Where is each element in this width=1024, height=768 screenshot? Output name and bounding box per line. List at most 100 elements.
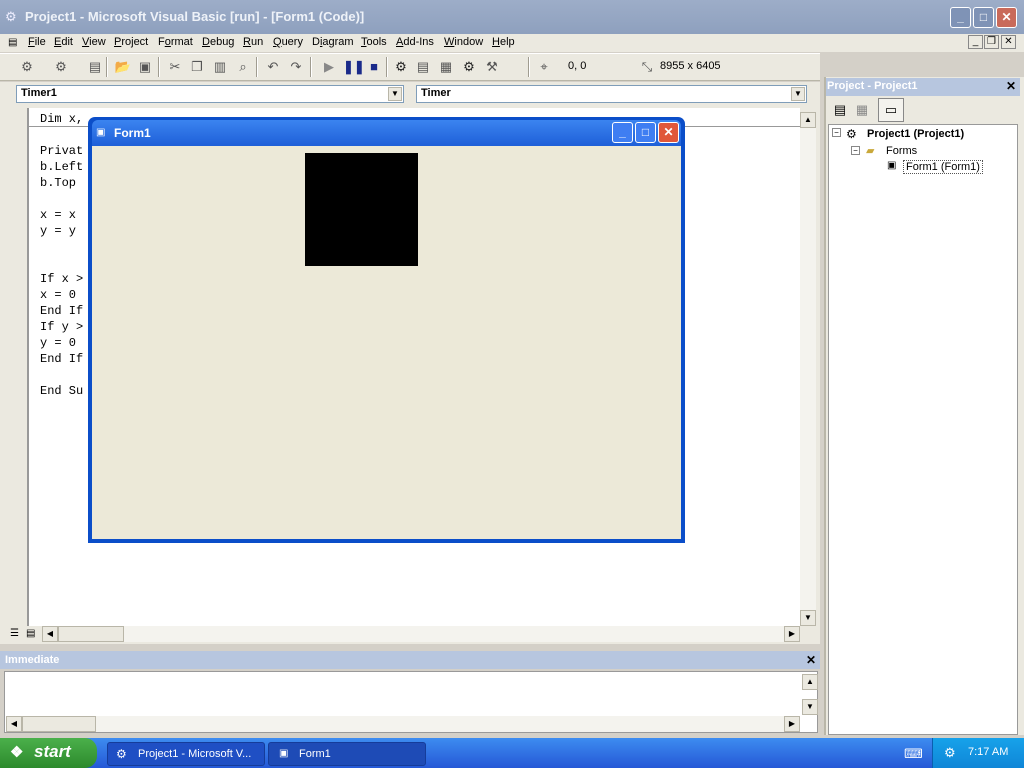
project-explorer-icon[interactable]: ⚙ [392,58,410,76]
menu-item[interactable]: Run [243,36,263,48]
toolbar-separator [256,57,258,77]
mdi-minimize-button[interactable]: _ [968,35,983,49]
object-browser-icon[interactable]: ⚙ [460,58,478,76]
form-layout-icon[interactable]: ▦ [437,58,455,76]
menu-item[interactable]: Diagram [312,36,354,48]
object-combo-value: Timer1 [21,87,57,99]
scroll-right-arrow[interactable]: ▶ [784,626,800,642]
immediate-title: Immediate [5,654,60,666]
menu-item[interactable]: Tools [361,36,387,48]
form1-maximize-button[interactable]: □ [635,122,656,143]
code-line: y = 0 [40,336,77,350]
undo-icon[interactable]: ↶ [264,58,282,76]
taskbar-button-vb[interactable]: ⚙ Project1 - Microsoft V... [107,742,265,766]
collapse-icon[interactable]: − [832,128,841,137]
find-icon[interactable]: ⌕ [234,58,252,76]
code-vertical-scrollbar[interactable]: ▲ ▼ [800,112,816,626]
code-line: End Su [40,384,84,398]
tree-node-forms[interactable]: Forms [886,145,917,157]
black-box-control [305,153,418,266]
scroll-down-arrow[interactable]: ▼ [800,610,816,626]
code-line: b.Left [40,160,84,174]
taskbar-button-label: Project1 - Microsoft V... [138,748,252,760]
view-object-icon[interactable]: ▦ [852,100,872,120]
size-readout: 8955 x 6405 [660,60,721,72]
start-icon[interactable]: ▶ [320,58,338,76]
menu-item[interactable]: View [82,36,106,48]
project-tree[interactable] [828,124,1018,735]
menu-item[interactable]: Format [158,36,193,48]
menu-item[interactable]: Query [273,36,303,48]
window-title: Project1 - Microsoft Visual Basic [run] … [25,9,365,24]
maximize-button[interactable]: □ [973,7,994,28]
menu-item[interactable]: Help [492,36,515,48]
toolbar-separator [386,57,388,77]
scroll-left-arrow[interactable]: ◀ [42,626,58,642]
scroll-thumb[interactable] [22,716,96,732]
object-combo[interactable]: Timer1 ▼ [16,85,404,103]
code-line: x = x [40,208,77,222]
immediate-close-icon[interactable]: ✕ [804,654,818,668]
toolbox-icon[interactable]: ⚒ [483,58,501,76]
tree-node-project[interactable]: Project1 (Project1) [867,128,964,140]
scroll-left-arrow[interactable]: ◀ [6,716,22,732]
form1-title: Form1 [114,126,151,140]
code-horizontal-scrollbar[interactable]: ◀ ▶ [42,626,800,642]
procedure-combo[interactable]: Timer ▼ [416,85,807,103]
view-code-icon[interactable]: ▤ [830,100,850,120]
start-button[interactable]: ❖ start [0,738,97,768]
save-icon[interactable]: ▣ [136,58,154,76]
folder-icon: ▰ [866,145,875,157]
procedure-view-icon[interactable]: ☰ [10,628,19,639]
menu-item[interactable]: Window [444,36,483,48]
project-icon: ⚙ [846,127,857,141]
scroll-thumb[interactable] [58,626,124,642]
taskbar-button-form1[interactable]: ▣ Form1 [268,742,426,766]
windows-logo-icon: ❖ [10,744,24,761]
immediate-title-bar[interactable] [0,651,820,669]
code-margin [10,108,28,626]
full-module-view-icon[interactable]: ▤ [26,628,35,639]
mdi-close-button[interactable]: ✕ [1001,35,1016,49]
close-button[interactable]: ✕ [996,7,1017,28]
form1-minimize-button[interactable]: _ [612,122,633,143]
scroll-up-arrow[interactable]: ▲ [802,674,818,690]
procedure-combo-value: Timer [421,87,451,99]
break-icon[interactable]: ❚❚ [343,58,365,76]
toggle-folders-icon[interactable]: ▭ [878,98,904,122]
open-icon[interactable]: 📂 [114,58,132,76]
minimize-button[interactable]: _ [950,7,971,28]
scroll-up-arrow[interactable]: ▲ [800,112,816,128]
scroll-right-arrow[interactable]: ▶ [784,716,800,732]
form1-title-bar[interactable] [92,120,681,146]
cut-icon[interactable]: ✂ [166,58,184,76]
chevron-down-icon[interactable]: ▼ [791,87,805,101]
redo-icon[interactable]: ↷ [287,58,305,76]
menu-item[interactable]: Debug [202,36,234,48]
add-project-icon[interactable]: ⚙ [18,58,36,76]
project-explorer-close-icon[interactable]: ✕ [1004,80,1018,94]
menu-item[interactable]: Edit [54,36,73,48]
network-icon[interactable]: ⚙ [944,745,956,761]
code-window-icon: ▤ [8,37,18,48]
menu-editor-icon[interactable]: ▤ [86,58,104,76]
keyboard-icon[interactable]: ⌨ [904,746,923,762]
immediate-horizontal-scrollbar[interactable]: ◀ ▶ [6,716,800,732]
mdi-restore-button[interactable]: ❐ [984,35,999,49]
paste-icon[interactable]: ▥ [211,58,229,76]
end-icon[interactable]: ■ [365,58,383,76]
menu-item[interactable]: File [28,36,46,48]
menu-item[interactable]: Project [114,36,148,48]
tree-node-form1[interactable]: Form1 (Form1) [903,160,983,174]
form1-close-button[interactable]: ✕ [658,122,679,143]
vb-app-icon: ⚙ [116,747,127,761]
properties-window-icon[interactable]: ▤ [414,58,432,76]
clock[interactable]: 7:17 AM [968,746,1008,758]
scroll-down-arrow[interactable]: ▼ [802,699,818,715]
collapse-icon[interactable]: − [851,146,860,155]
project-explorer-title: Project - Project1 [827,80,918,92]
copy-icon[interactable]: ❐ [188,58,206,76]
chevron-down-icon[interactable]: ▼ [388,87,402,101]
add-form-icon[interactable]: ⚙ [52,58,70,76]
menu-item[interactable]: Add-Ins [396,36,434,48]
